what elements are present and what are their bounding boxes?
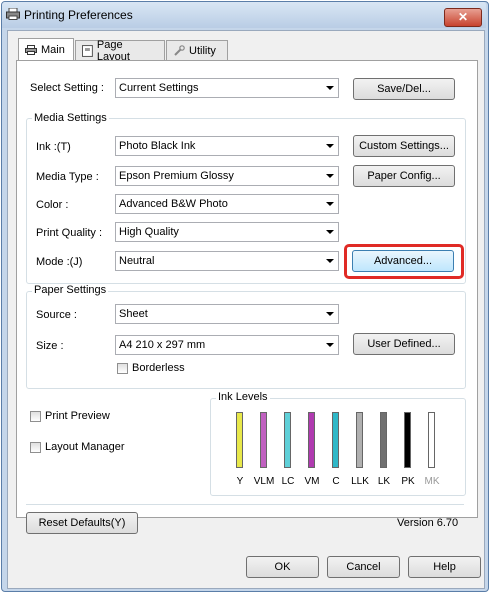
ink-label-vm: VM	[304, 476, 320, 487]
color-label: Color :	[36, 199, 69, 211]
media-type-dropdown[interactable]: Epson Premium Glossy	[115, 166, 339, 186]
ink-fill-lk	[381, 413, 386, 467]
color-dropdown[interactable]: Advanced B&W Photo	[115, 194, 339, 214]
paper-settings-title: Paper Settings	[32, 284, 109, 296]
ink-bar-mk	[428, 412, 435, 468]
chevron-down-icon	[326, 86, 334, 90]
ink-dropdown[interactable]: Photo Black Ink	[115, 136, 339, 156]
select-setting-value: Current Settings	[119, 82, 199, 94]
ink-label-lc: LC	[281, 476, 295, 487]
ink-label-y: Y	[236, 476, 244, 487]
user-defined-button[interactable]: User Defined...	[353, 333, 455, 355]
print-quality-dropdown[interactable]: High Quality	[115, 222, 339, 242]
ink-bar-pk	[404, 412, 411, 468]
page-layout-icon	[82, 44, 93, 57]
source-value: Sheet	[119, 308, 148, 320]
close-button[interactable]: ✕	[444, 8, 482, 27]
ink-bar-vlm	[260, 412, 267, 468]
layout-manager-checkbox[interactable]	[30, 442, 41, 453]
ink-label: Ink :(T)	[36, 141, 71, 153]
media-type-value: Epson Premium Glossy	[119, 170, 234, 182]
borderless-checkbox[interactable]	[117, 363, 128, 374]
ink-label-c: C	[332, 476, 340, 487]
select-setting-label: Select Setting :	[30, 82, 104, 94]
ink-fill-llk	[357, 413, 362, 467]
print-quality-label: Print Quality :	[36, 227, 103, 239]
ink-fill-vm	[309, 413, 314, 467]
print-preview-label: Print Preview	[45, 410, 110, 422]
ink-fill-mk	[429, 413, 434, 467]
layout-manager-label: Layout Manager	[45, 441, 125, 453]
size-value: A4 210 x 297 mm	[119, 339, 206, 351]
tab-utility-label: Utility	[189, 44, 216, 57]
ok-button[interactable]: OK	[246, 556, 319, 578]
chevron-down-icon	[326, 144, 334, 148]
paper-config-button[interactable]: Paper Config...	[353, 165, 455, 187]
tab-main[interactable]: Main	[18, 38, 74, 61]
media-type-label: Media Type :	[36, 171, 99, 183]
ink-levels-title: Ink Levels	[216, 391, 270, 403]
ink-fill-pk	[405, 413, 410, 467]
tab-page-layout[interactable]: Page Layout	[75, 38, 165, 63]
ink-bar-y	[236, 412, 243, 468]
select-setting-dropdown[interactable]: Current Settings	[115, 78, 339, 98]
ink-label-mk: MK	[424, 476, 440, 487]
chevron-down-icon	[326, 174, 334, 178]
ink-bar-llk	[356, 412, 363, 468]
ink-bar-lc	[284, 412, 291, 468]
printer-icon	[25, 45, 37, 55]
printer-icon	[6, 8, 20, 20]
window-title: Printing Preferences	[24, 8, 133, 22]
ink-bar-lk	[380, 412, 387, 468]
mode-dropdown[interactable]: Neutral	[115, 251, 339, 271]
mode-value: Neutral	[119, 255, 155, 267]
custom-settings-button[interactable]: Custom Settings...	[353, 135, 455, 157]
cancel-button[interactable]: Cancel	[327, 556, 400, 578]
mode-label: Mode :(J)	[36, 256, 83, 268]
chevron-down-icon	[326, 259, 334, 263]
ink-label-pk: PK	[401, 476, 415, 487]
divider	[26, 504, 464, 505]
color-value: Advanced B&W Photo	[119, 198, 228, 210]
tab-page-layout-label: Page Layout	[96, 38, 130, 63]
print-quality-value: High Quality	[119, 226, 179, 238]
save-del-button[interactable]: Save/Del...	[353, 78, 455, 100]
advanced-button[interactable]: Advanced...	[352, 250, 454, 272]
ink-label-lk: LK	[377, 476, 391, 487]
borderless-label: Borderless	[132, 362, 185, 374]
ink-label-vlm: VLM	[253, 476, 275, 487]
tab-main-label: Main	[41, 44, 65, 56]
ink-bar-c	[332, 412, 339, 468]
source-dropdown[interactable]: Sheet	[115, 304, 339, 324]
chevron-down-icon	[326, 343, 334, 347]
size-label: Size :	[36, 340, 64, 352]
ink-fill-vlm	[261, 413, 266, 467]
ink-levels-chart: Y VLM LC VM C LLK LK PK MK	[220, 408, 460, 488]
help-button[interactable]: Help	[408, 556, 481, 578]
reset-defaults-button[interactable]: Reset Defaults(Y)	[26, 512, 138, 534]
ink-bar-vm	[308, 412, 315, 468]
ink-fill-lc	[285, 413, 290, 467]
tab-utility[interactable]: Utility	[166, 40, 228, 60]
ink-fill-c	[333, 413, 338, 467]
version-text: Version 6.70	[397, 517, 459, 529]
print-preview-checkbox[interactable]	[30, 411, 41, 422]
size-dropdown[interactable]: A4 210 x 297 mm	[115, 335, 339, 355]
wrench-icon	[174, 44, 185, 56]
ink-value: Photo Black Ink	[119, 140, 196, 152]
chevron-down-icon	[326, 230, 334, 234]
chevron-down-icon	[326, 202, 334, 206]
media-settings-title: Media Settings	[32, 112, 109, 124]
ink-label-llk: LLK	[351, 476, 369, 487]
source-label: Source :	[36, 309, 77, 321]
ink-fill-y	[237, 413, 242, 467]
chevron-down-icon	[326, 312, 334, 316]
